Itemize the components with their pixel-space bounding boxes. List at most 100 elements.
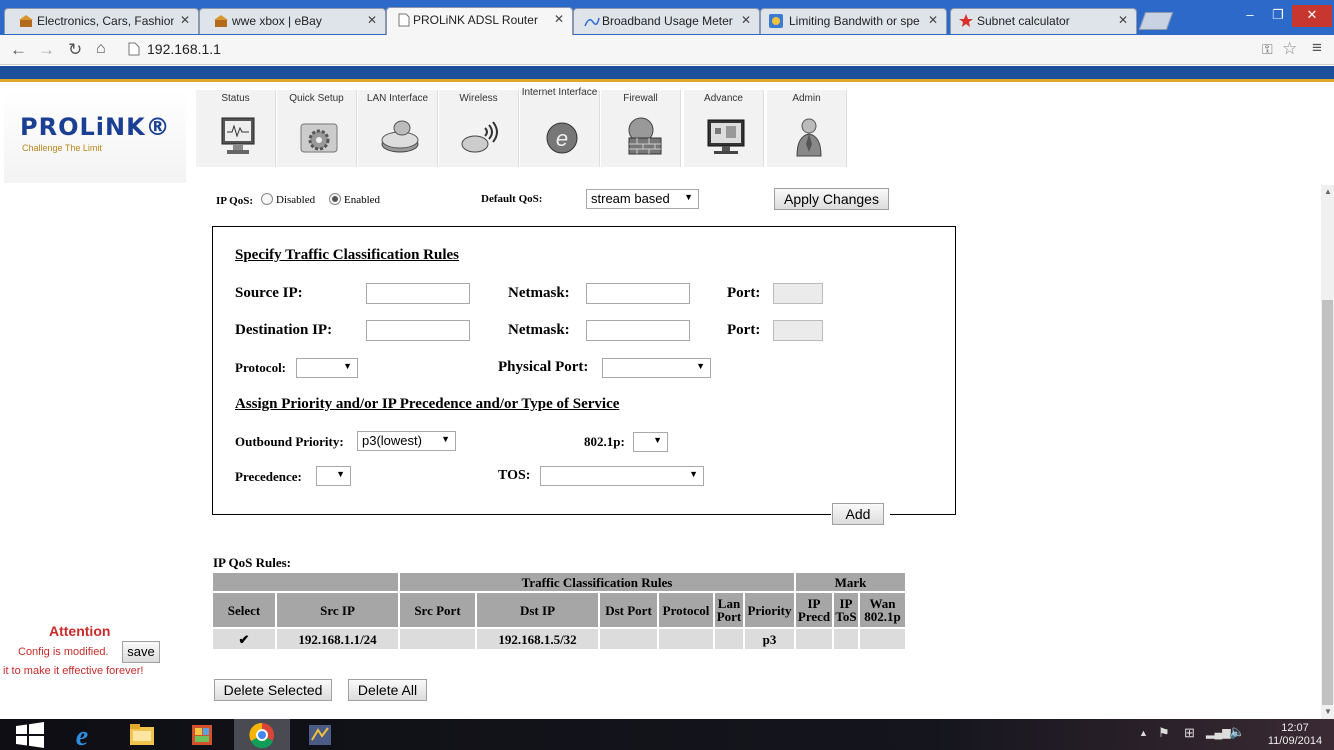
- wireless-icon: [461, 121, 498, 153]
- nav-advance[interactable]: Advance: [684, 90, 764, 167]
- page-scrollbar[interactable]: ▲ ▼: [1321, 185, 1334, 719]
- scrollbar-thumb[interactable]: [1322, 300, 1333, 705]
- firewall-icon: [628, 117, 662, 155]
- network-tool-icon[interactable]: [302, 722, 338, 748]
- reload-icon[interactable]: ↻: [68, 40, 82, 60]
- qos-enabled-radio[interactable]: [329, 193, 341, 205]
- browser-tab[interactable]: Subnet calculator ✕: [950, 8, 1137, 34]
- ip-qos-label: IP QoS:: [216, 195, 253, 207]
- nav-status[interactable]: Status: [196, 90, 276, 167]
- browser-tab-active[interactable]: PROLiNK ADSL Router ✕: [386, 7, 573, 35]
- apply-changes-button[interactable]: Apply Changes: [774, 188, 889, 210]
- volume-icon[interactable]: 🔈: [1229, 724, 1245, 740]
- close-window-button[interactable]: ✕: [1292, 5, 1332, 27]
- browser-toolbar: ← → ↻ ⌂ 192.168.1.1 ⚿ ☆ ≡: [0, 35, 1334, 65]
- browser-tab[interactable]: Electronics, Cars, Fashion, ✕: [4, 8, 199, 34]
- minimize-button[interactable]: –: [1236, 5, 1264, 27]
- protocol-label: Protocol:: [235, 360, 287, 375]
- attention-message: Config is modified.: [18, 646, 109, 658]
- internet-explorer-icon: e: [546, 122, 578, 154]
- cell-src-ip: 192.168.1.1/24: [277, 629, 400, 651]
- destination-netmask-input[interactable]: [586, 320, 690, 341]
- close-icon[interactable]: ✕: [554, 12, 564, 26]
- scroll-up-icon[interactable]: ▲: [1324, 187, 1332, 196]
- protocol-select[interactable]: ▼: [296, 358, 358, 378]
- tab-title: Broadband Usage Meter |: [602, 14, 735, 28]
- source-netmask-input[interactable]: [586, 283, 690, 304]
- nav-quick-setup[interactable]: Quick Setup: [277, 90, 357, 167]
- address-bar[interactable]: 192.168.1.1: [147, 41, 221, 57]
- control-panel-icon[interactable]: [184, 722, 220, 748]
- tray-expand-icon[interactable]: ▲: [1139, 728, 1148, 738]
- network-icon[interactable]: ⊞: [1184, 725, 1195, 741]
- add-button[interactable]: Add: [832, 503, 884, 525]
- restore-button[interactable]: ❐: [1264, 5, 1292, 27]
- logo-tagline: Challenge The Limit: [22, 143, 102, 153]
- action-center-flag-icon[interactable]: ⚑: [1158, 725, 1170, 741]
- delete-all-button[interactable]: Delete All: [348, 679, 427, 701]
- nav-internet-interface[interactable]: Internet Interface e: [520, 88, 600, 167]
- tab-title: Subnet calculator: [977, 14, 1070, 28]
- browser-tab[interactable]: wwe xbox | eBay ✕: [199, 8, 386, 34]
- dot1p-select[interactable]: ▼: [633, 432, 668, 452]
- menu-icon[interactable]: ≡: [1312, 38, 1322, 58]
- close-icon[interactable]: ✕: [928, 13, 938, 27]
- physical-port-select[interactable]: ▼: [602, 358, 711, 378]
- page-icon: [397, 13, 411, 27]
- row-select-checkbox[interactable]: ✔: [213, 629, 277, 651]
- column-header: Select: [213, 593, 277, 629]
- chevron-down-icon: ▼: [336, 469, 345, 479]
- save-button[interactable]: save: [122, 641, 160, 663]
- chrome-icon[interactable]: [244, 722, 280, 748]
- router-header: PROLiNK® Challenge The Limit Status Quic…: [0, 85, 1334, 185]
- group-header: Traffic Classification Rules: [400, 573, 796, 593]
- default-qos-select[interactable]: stream based ▼: [586, 189, 699, 209]
- new-tab-button[interactable]: [1138, 12, 1174, 30]
- back-icon[interactable]: ←: [10, 40, 27, 60]
- close-icon[interactable]: ✕: [1118, 13, 1128, 27]
- nav-lan-interface[interactable]: LAN Interface: [358, 90, 438, 167]
- destination-netmask-label: Netmask:: [508, 322, 570, 338]
- nav-firewall[interactable]: Firewall: [601, 90, 681, 167]
- chevron-down-icon: ▼: [343, 361, 352, 371]
- cell-lan-port: [715, 629, 745, 651]
- column-header: Dst Port: [600, 593, 659, 629]
- home-icon[interactable]: ⌂: [96, 40, 106, 58]
- column-header: IP ToS: [834, 593, 860, 629]
- advance-monitor-icon: [707, 119, 745, 154]
- close-icon[interactable]: ✕: [367, 13, 377, 27]
- chevron-down-icon: ▼: [696, 361, 705, 371]
- outbound-priority-select[interactable]: p3(lowest) ▼: [357, 431, 456, 451]
- scroll-down-icon[interactable]: ▼: [1324, 707, 1332, 716]
- file-explorer-icon[interactable]: [124, 722, 160, 748]
- bookmark-star-icon[interactable]: ☆: [1282, 39, 1297, 59]
- column-header: Priority: [745, 593, 796, 629]
- taskbar-clock[interactable]: 12:07 11/09/2014: [1262, 722, 1328, 748]
- tos-select[interactable]: ▼: [540, 466, 704, 486]
- qos-enabled-option[interactable]: Enabled: [329, 193, 380, 206]
- windows-start-icon[interactable]: [12, 722, 48, 748]
- column-header: Src IP: [277, 593, 400, 629]
- forward-icon[interactable]: →: [38, 40, 55, 60]
- browser-tab[interactable]: Limiting Bandwith or spe ✕: [760, 8, 947, 34]
- source-ip-input[interactable]: [366, 283, 470, 304]
- key-icon[interactable]: ⚿: [1262, 41, 1273, 58]
- browser-tab-strip: Electronics, Cars, Fashion, ✕ wwe xbox |…: [0, 0, 1334, 35]
- logo-panel: PROLiNK® Challenge The Limit: [4, 91, 186, 183]
- qos-disabled-radio[interactable]: [261, 193, 273, 205]
- signal-icon[interactable]: ▂▄▆: [1206, 726, 1231, 739]
- browser-tab[interactable]: Broadband Usage Meter | ✕: [573, 8, 760, 34]
- column-header: Wan 802.1p: [860, 593, 907, 629]
- qos-disabled-option[interactable]: Disabled: [261, 193, 315, 206]
- cell-ip-precd: [796, 629, 834, 651]
- destination-ip-input[interactable]: [366, 320, 470, 341]
- internet-explorer-icon[interactable]: e: [64, 722, 100, 748]
- delete-selected-button[interactable]: Delete Selected: [214, 679, 332, 701]
- nav-admin[interactable]: Admin: [767, 90, 847, 167]
- nav-wireless[interactable]: Wireless: [439, 90, 519, 167]
- close-icon[interactable]: ✕: [180, 13, 190, 27]
- close-icon[interactable]: ✕: [741, 13, 751, 27]
- cell-dst-port: [600, 629, 659, 651]
- precedence-select[interactable]: ▼: [316, 466, 351, 486]
- rules-title: IP QoS Rules:: [213, 555, 292, 570]
